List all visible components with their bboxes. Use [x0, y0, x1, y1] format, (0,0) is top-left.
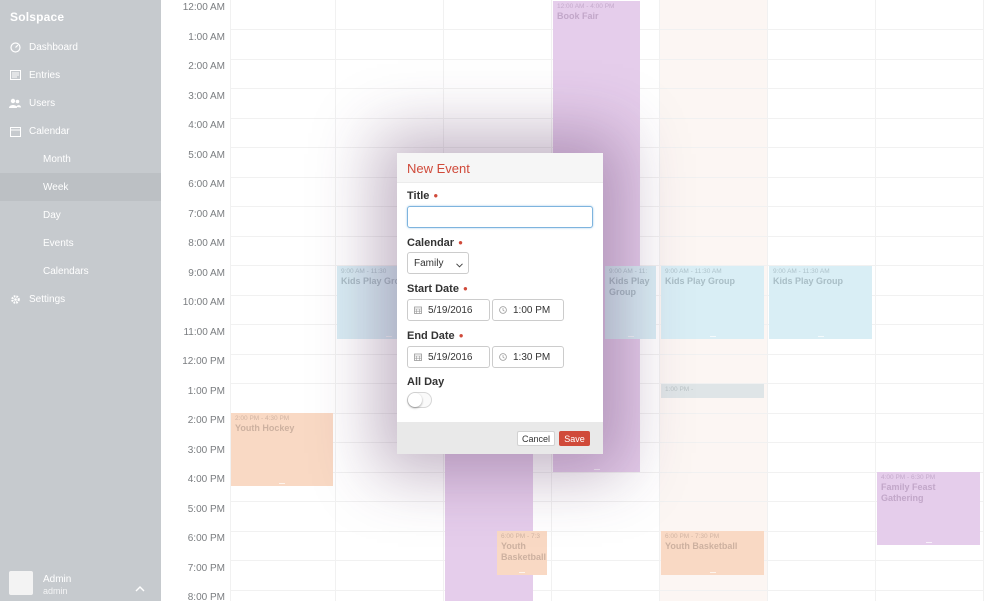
clock-icon — [499, 306, 507, 314]
end-date-input[interactable]: 5/19/2016 — [407, 346, 490, 368]
calendar-icon — [414, 306, 422, 314]
calendar-select-value: Family — [414, 258, 444, 269]
title-label: Title ● — [407, 190, 439, 202]
calendar-icon — [414, 353, 422, 361]
end-time-value: 1:30 PM — [513, 351, 551, 363]
end-date-value: 5/19/2016 — [428, 351, 473, 363]
save-button[interactable]: Save — [559, 431, 590, 446]
toggle-knob — [408, 393, 422, 407]
new-event-dialog: New Event Title ● Calendar ● Family Start … — [397, 153, 603, 454]
dialog-header: New Event — [397, 153, 603, 183]
all-day-label: All Day — [407, 376, 445, 388]
cancel-button[interactable]: Cancel — [517, 431, 555, 446]
calendar-select[interactable]: Family — [407, 252, 469, 274]
chevron-down-icon — [456, 260, 463, 268]
start-date-value: 5/19/2016 — [428, 304, 473, 316]
all-day-toggle[interactable] — [407, 392, 432, 408]
start-time-input[interactable]: 1:00 PM — [492, 299, 564, 321]
dialog-title: New Event — [407, 161, 470, 176]
start-date-label: Start Date ● — [407, 283, 468, 295]
end-time-input[interactable]: 1:30 PM — [492, 346, 564, 368]
dialog-footer: Cancel Save — [397, 422, 603, 454]
start-time-value: 1:00 PM — [513, 304, 551, 316]
calendar-label: Calendar ● — [407, 237, 463, 249]
clock-icon — [499, 353, 507, 361]
title-input[interactable] — [407, 206, 593, 228]
start-date-input[interactable]: 5/19/2016 — [407, 299, 490, 321]
end-date-label: End Date ● — [407, 330, 464, 342]
